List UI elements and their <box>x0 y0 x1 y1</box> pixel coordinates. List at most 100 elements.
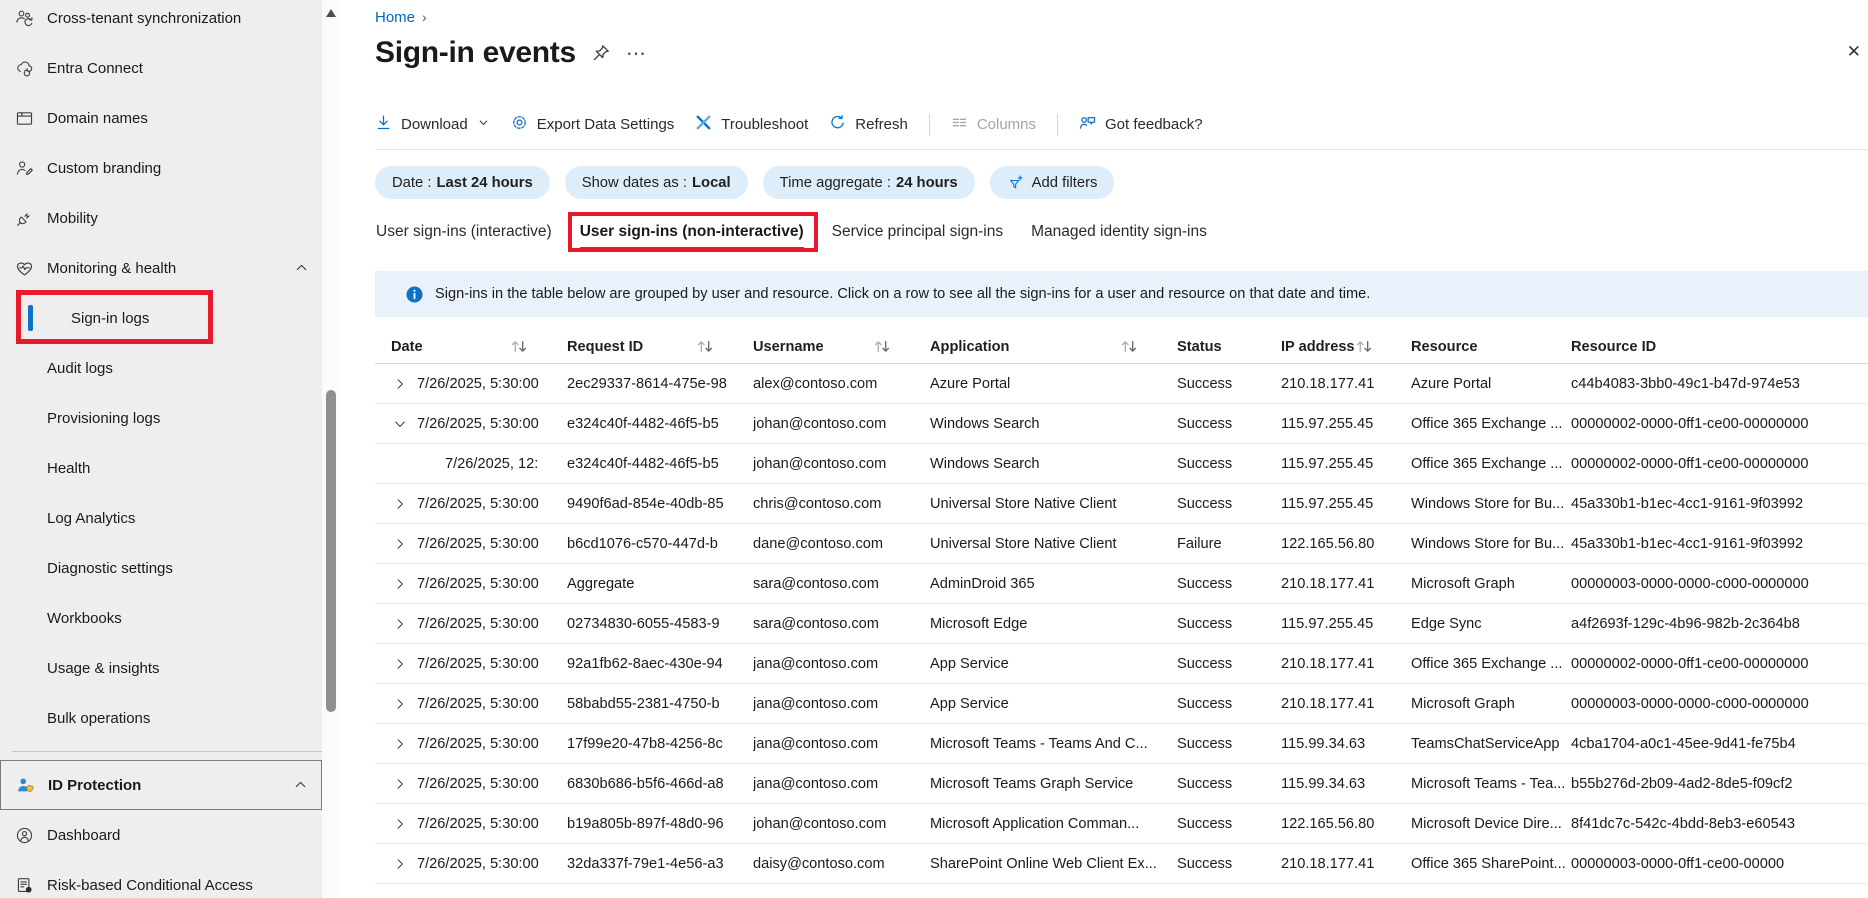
table-row[interactable]: 7/26/2025, 5:30:00 e324c40f-4482-46f5-b5 j… <box>375 404 1868 444</box>
cell-ip-address: 115.97.255.45 <box>1281 455 1374 472</box>
sort-arrows-icon[interactable] <box>696 339 715 354</box>
sidebar-item-mobility[interactable]: Mobility <box>0 193 322 243</box>
column-header-request-id[interactable]: Request ID <box>567 339 753 355</box>
sidebar-item-provisioning-logs[interactable]: Provisioning logs <box>0 393 322 443</box>
scrollbar-up-arrow-icon[interactable] <box>326 9 336 17</box>
chevron-down-icon <box>477 116 490 133</box>
cell-resource-id: 45a330b1-b1ec-4cc1-9161-9f03992 <box>1571 535 1804 552</box>
refresh-icon <box>829 114 846 135</box>
cell-status: Success <box>1177 615 1233 632</box>
column-header-application[interactable]: Application <box>930 339 1177 355</box>
add-filters-button[interactable]: Add filters <box>989 166 1115 199</box>
cell-application: Windows Search <box>930 415 1040 432</box>
column-header-ip-address[interactable]: IP address <box>1281 339 1411 355</box>
doc-shield-icon <box>14 875 34 895</box>
cell-resource: Microsoft Graph <box>1411 695 1515 712</box>
column-header-username[interactable]: Username <box>753 339 930 355</box>
sidebar-item-sign-in-logs[interactable]: Sign-in logs <box>0 290 322 344</box>
breadcrumb-home-link[interactable]: Home <box>375 9 415 26</box>
sidebar-item-dashboard[interactable]: Dashboard <box>0 810 322 860</box>
expand-chevron-icon[interactable] <box>391 617 417 631</box>
sort-arrows-icon[interactable] <box>1355 339 1374 354</box>
sidebar-item-log-analytics[interactable]: Log Analytics <box>0 493 322 543</box>
table-row[interactable]: 7/26/2025, 5:30:00 92a1fb62-8aec-430e-94 j… <box>375 644 1868 684</box>
expand-chevron-icon[interactable] <box>391 777 417 791</box>
filter-pill-date[interactable]: Date : Last 24 hours <box>375 166 550 199</box>
filter-pill-time-aggregate[interactable]: Time aggregate :24 hours <box>762 166 975 199</box>
table-row[interactable]: 7/26/2025, 5:30:00 02734830-6055-4583-9 sa… <box>375 604 1868 644</box>
cell-request-id: b19a805b-897f-48d0-96 <box>567 815 724 832</box>
sidebar-item-entra-connect[interactable]: Entra Connect <box>0 43 322 93</box>
table-row[interactable]: 7/26/2025, 5:30:00 Aggregate sara@contoso.… <box>375 564 1868 604</box>
expand-chevron-icon[interactable] <box>391 737 417 751</box>
table-row[interactable]: 7/26/2025, 5:30:00 6830b686-b5f6-466d-a8 j… <box>375 764 1868 804</box>
sidebar-item-domain-names[interactable]: Domain names <box>0 93 322 143</box>
expand-chevron-icon[interactable] <box>391 697 417 711</box>
column-label: Date <box>391 338 423 355</box>
table-row[interactable]: 7/26/2025, 5:30:00 2ec29337-8614-475e-98 a… <box>375 364 1868 404</box>
cell-status: Failure <box>1177 535 1222 552</box>
sidebar-item-id-protection[interactable]: ID Protection <box>0 760 322 810</box>
expand-chevron-icon[interactable] <box>391 657 417 671</box>
sidebar-item-workbooks[interactable]: Workbooks <box>0 593 322 643</box>
date-value: 7/26/2025, 5:30:00 <box>417 535 539 552</box>
sort-arrows-icon[interactable] <box>1120 339 1139 354</box>
column-label: IP address <box>1281 338 1355 355</box>
sidebar-item-bulk-operations[interactable]: Bulk operations <box>0 693 322 743</box>
expand-chevron-icon[interactable] <box>391 857 417 871</box>
close-icon[interactable]: ✕ <box>1847 42 1861 62</box>
sort-arrows-icon[interactable] <box>510 339 529 354</box>
sidebar-item-monitoring-health[interactable]: Monitoring & health <box>0 243 322 293</box>
sidebar-item-cross-tenant-synchronization[interactable]: Cross-tenant synchronization <box>0 0 322 43</box>
tab-managed-identity-sign-ins[interactable]: Managed identity sign-ins <box>1031 223 1207 250</box>
toolbar-button-label: Refresh <box>855 116 908 133</box>
toolbar-button-refresh[interactable]: Refresh <box>829 114 908 135</box>
scrollbar-thumb[interactable] <box>326 390 336 712</box>
table-row[interactable]: 7/26/2025, 5:30:00 b19a805b-897f-48d0-96 j… <box>375 804 1868 844</box>
table-row[interactable]: 7/26/2025, 5:30:00 b6cd1076-c570-447d-b da… <box>375 524 1868 564</box>
date-value: 7/26/2025, 12: <box>445 455 539 472</box>
column-header-date[interactable]: Date <box>391 339 567 355</box>
pin-icon[interactable] <box>592 44 610 62</box>
plug-icon <box>14 208 34 228</box>
expand-chevron-icon[interactable] <box>391 817 417 831</box>
sidebar-item-diagnostic-settings[interactable]: Diagnostic settings <box>0 543 322 593</box>
cell-ip-address: 210.18.177.41 <box>1281 855 1375 872</box>
more-options-icon[interactable]: ⋯ <box>626 41 648 66</box>
sidebar-item-health[interactable]: Health <box>0 443 322 493</box>
sidebar-divider <box>12 751 322 752</box>
sidebar-item-audit-logs[interactable]: Audit logs <box>0 343 322 393</box>
filter-pill-show-dates-as[interactable]: Show dates as : Local <box>564 166 748 199</box>
cell-request-id: 6830b686-b5f6-466d-a8 <box>567 775 724 792</box>
info-icon <box>405 285 424 304</box>
expand-chevron-icon[interactable] <box>391 377 417 391</box>
toolbar-button-export-data-settings[interactable]: Export Data Settings <box>511 114 674 135</box>
collapse-chevron-icon[interactable] <box>391 417 417 431</box>
breadcrumb-chevron-icon: › <box>422 9 427 25</box>
tab-service-principal-sign-ins[interactable]: Service principal sign-ins <box>832 223 1003 250</box>
table-row[interactable]: 7/26/2025, 5:30:00 32da337f-79e1-4e56-a3 d… <box>375 844 1868 884</box>
cell-application: Microsoft Teams - Teams And C... <box>930 735 1148 752</box>
sidebar-item-risk-based-conditional-access[interactable]: Risk-based Conditional Access <box>0 860 322 898</box>
cell-date: 7/26/2025, 5:30:00 <box>391 736 567 752</box>
toolbar-button-label: Download <box>401 116 468 133</box>
expand-chevron-icon[interactable] <box>391 537 417 551</box>
toolbar-button-troubleshoot[interactable]: Troubleshoot <box>695 114 808 135</box>
toolbar-button-download[interactable]: Download <box>375 114 490 135</box>
heart-pulse-icon <box>14 258 34 278</box>
tab-user-sign-ins-interactive[interactable]: User sign-ins (interactive) <box>376 223 552 250</box>
table-row[interactable]: 7/26/2025, 5:30:00 58babd55-2381-4750-b ja… <box>375 684 1868 724</box>
sidebar-scrollbar[interactable] <box>322 0 340 898</box>
sidebar-item-custom-branding[interactable]: Custom branding <box>0 143 322 193</box>
toolbar-button-got-feedback[interactable]: Got feedback? <box>1079 114 1203 135</box>
sidebar-item-label: Provisioning logs <box>47 409 161 427</box>
table-row[interactable]: 7/26/2025, 5:30:00 9490f6ad-854e-40db-85 c… <box>375 484 1868 524</box>
table-row[interactable]: 7/26/2025, 12: e324c40f-4482-46f5-b5 johan… <box>375 444 1868 484</box>
tab-user-sign-ins-non-interactive[interactable]: User sign-ins (non-interactive) <box>567 212 818 252</box>
cell-username: sara@contoso.com <box>753 615 879 632</box>
expand-chevron-icon[interactable] <box>391 497 417 511</box>
table-row[interactable]: 7/26/2025, 5:30:00 17f99e20-47b8-4256-8c j… <box>375 724 1868 764</box>
sort-arrows-icon[interactable] <box>873 339 892 354</box>
expand-chevron-icon[interactable] <box>391 577 417 591</box>
sidebar-item-usage-insights[interactable]: Usage & insights <box>0 643 322 693</box>
